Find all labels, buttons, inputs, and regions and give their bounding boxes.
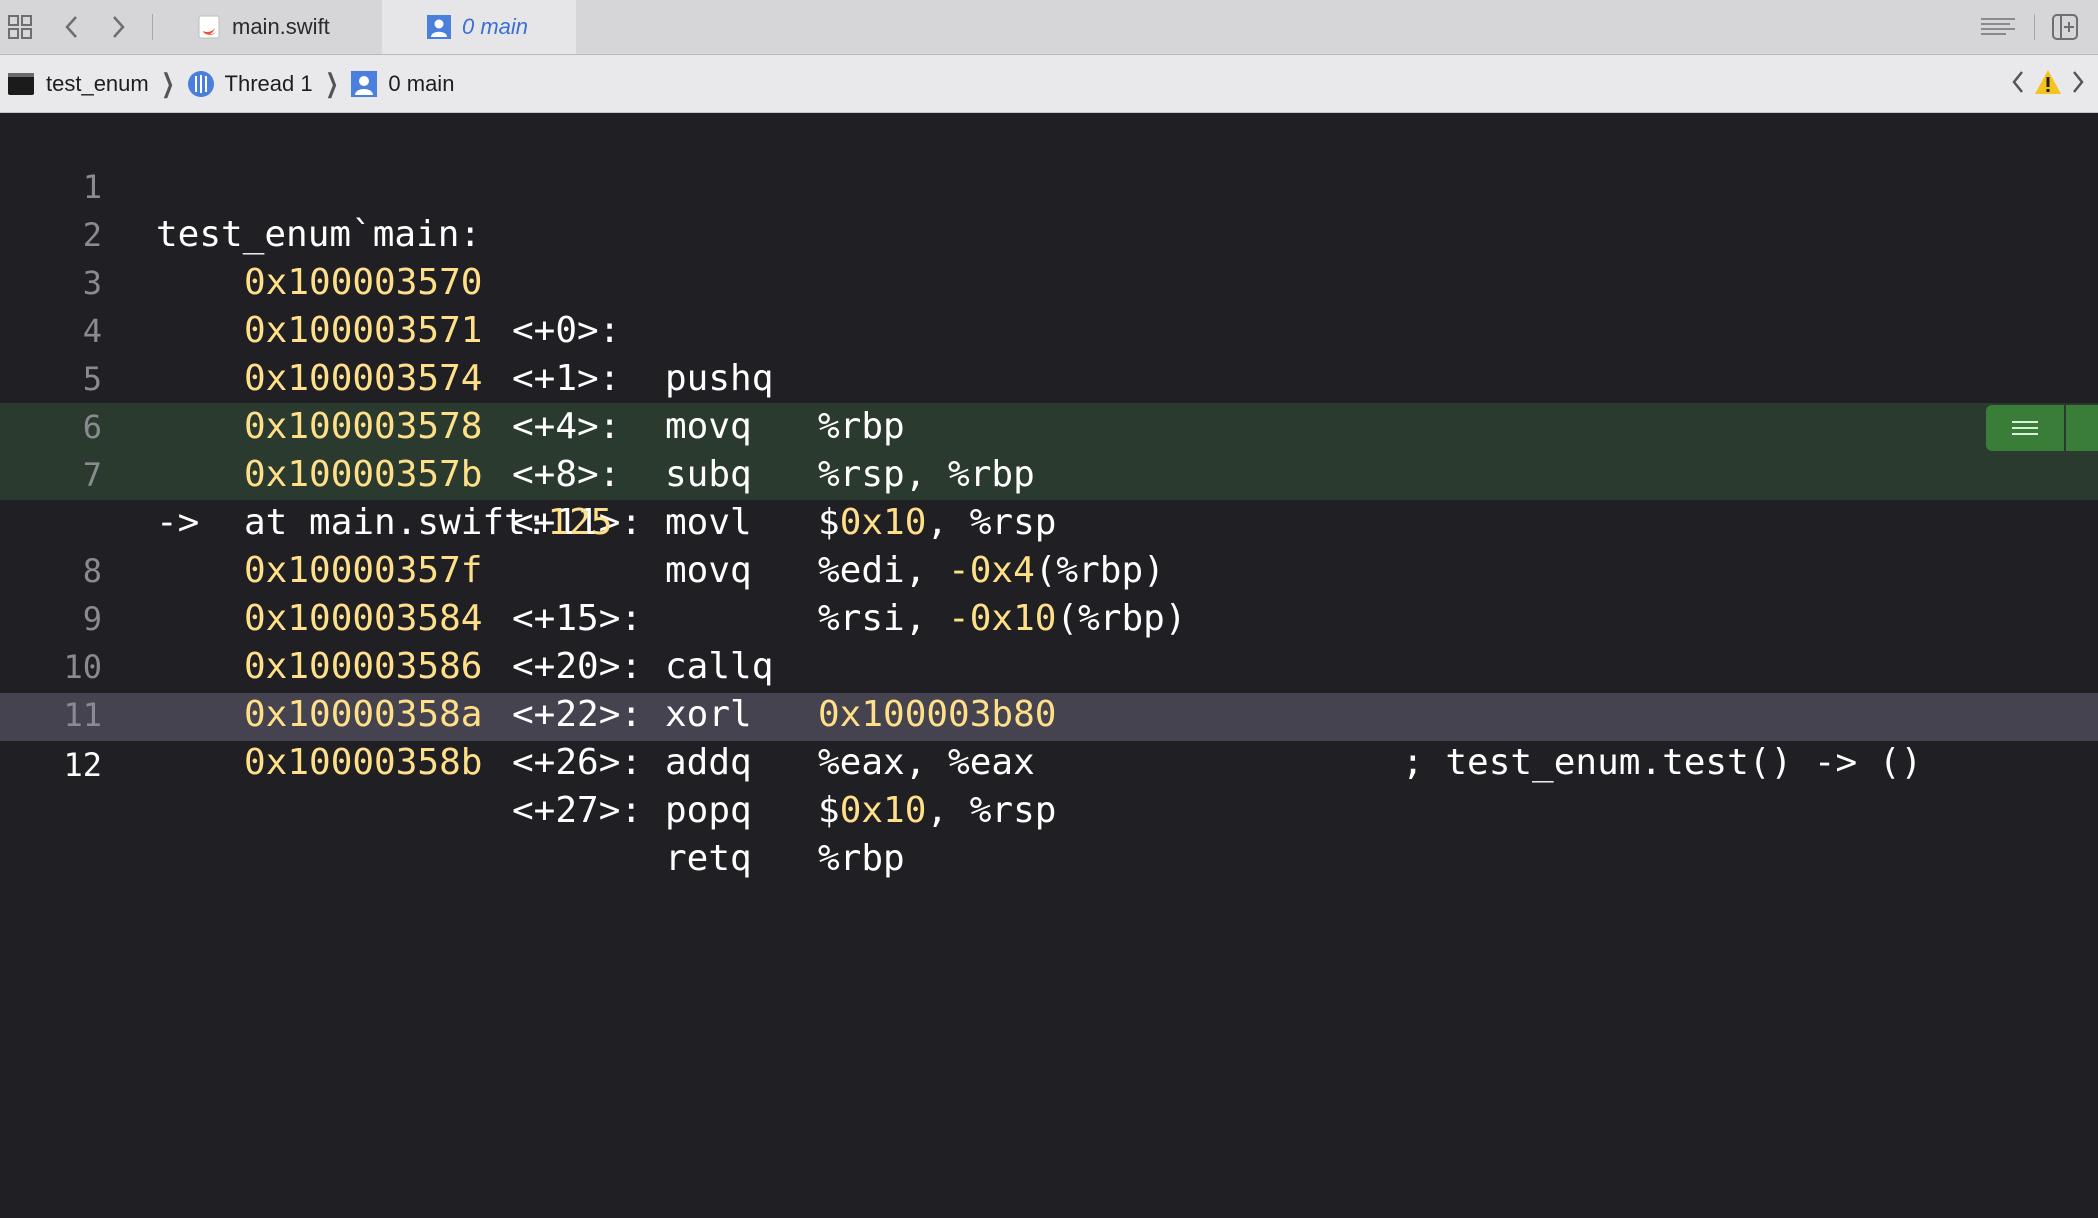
instruction-pointer-badge[interactable]: [1986, 405, 2064, 451]
breadcrumb-label: test_enum: [46, 70, 149, 96]
chevron-right-icon: ❯: [161, 68, 175, 98]
toolbar-divider: [2034, 14, 2035, 40]
next-issue-icon[interactable]: [2070, 69, 2086, 95]
forward-arrow-icon[interactable]: [104, 13, 132, 41]
offset: <+27>:: [512, 790, 643, 831]
code-line-continuation: at main.swift:125: [0, 451, 2098, 543]
breadcrumb-label: Thread 1: [224, 70, 313, 96]
offset: <+26>:: [512, 742, 643, 783]
code-line: 3 0x100003571 <+1>: movq %rsp, %rbp: [0, 211, 2098, 495]
mnemonic: retq: [665, 838, 752, 879]
tab-0-main[interactable]: 0 main: [382, 0, 576, 54]
code-line: 4 0x100003574 <+4>: subq $0x10, %rsp: [0, 259, 2098, 543]
tab-bar: main.swift 0 main: [0, 0, 2098, 55]
thread-icon: [187, 70, 215, 98]
warning-icon[interactable]: [2034, 69, 2062, 95]
tab-label: main.swift: [232, 14, 330, 39]
code-line: 6 0x10000357b <+11>: movq %rsi, -0x10(%r…: [0, 355, 2098, 639]
tab-main-swift[interactable]: main.swift: [176, 0, 380, 54]
stack-frame-icon: [350, 70, 378, 98]
previous-issue-icon[interactable]: [2010, 69, 2026, 95]
breadcrumb-test-enum[interactable]: test_enum: [8, 71, 149, 97]
operands: %eax, %eax: [818, 742, 1035, 783]
code-line: 8 0x100003584 <+20>: xorl %eax, %eax: [0, 499, 2098, 783]
mnemonic: addq: [665, 742, 752, 783]
code-line: 12: [0, 693, 2098, 784]
code-line-current-instruction: 7 -> 0x10000357f <+15>: callq 0x100003b8…: [0, 403, 2098, 783]
breadcrumb-thread-1[interactable]: Thread 1: [187, 70, 313, 98]
jump-bar: test_enum ❯ Thread 1 ❯ 0 main: [0, 55, 2098, 113]
code-line: 9 0x100003586 <+22>: addq $0x10, %rsp: [0, 547, 2098, 831]
editor-options-icon[interactable]: [1980, 13, 2016, 41]
toolbar-divider: [152, 14, 153, 40]
hamburger-icon: [2011, 418, 2039, 438]
instruction-pointer-badge-tail: [2066, 405, 2098, 451]
disassembly-editor[interactable]: 1 test_enum`main: 2 0x100003570 <+0>: pu…: [0, 113, 2098, 1218]
code-line: 2 0x100003570 <+0>: pushq %rbp: [0, 163, 2098, 447]
breadcrumb-label: 0 main: [388, 70, 455, 96]
tab-label: 0 main: [462, 14, 529, 39]
mnemonic: popq: [665, 790, 752, 831]
code-line: 5 0x100003578 <+8>: movl %edi, -0x4(%rbp…: [0, 307, 2098, 591]
line-number: 12: [63, 746, 102, 784]
operands: $0x10, %rsp: [818, 790, 1057, 831]
grid-icon[interactable]: [6, 13, 34, 41]
add-editor-icon[interactable]: [2050, 13, 2080, 41]
code-line: 1 test_enum`main:: [0, 115, 2098, 255]
operands: %rbp: [818, 838, 905, 879]
swift-file-icon: [198, 15, 220, 39]
stack-frame-icon: [426, 14, 452, 40]
breadcrumb-0-main[interactable]: 0 main: [350, 70, 454, 98]
issue-navigator: [2010, 69, 2086, 95]
back-arrow-icon[interactable]: [58, 13, 86, 41]
code-line: 10 0x10000358a <+26>: popq %rbp: [0, 595, 2098, 879]
terminal-app-icon: [8, 72, 34, 95]
chevron-right-icon: ❯: [324, 68, 339, 98]
address: 0x10000358b: [244, 742, 483, 783]
code-line: 11 0x10000358b <+27>: retq: [0, 643, 2098, 879]
comment: ; test_enum.test() -> (): [1402, 742, 1923, 783]
